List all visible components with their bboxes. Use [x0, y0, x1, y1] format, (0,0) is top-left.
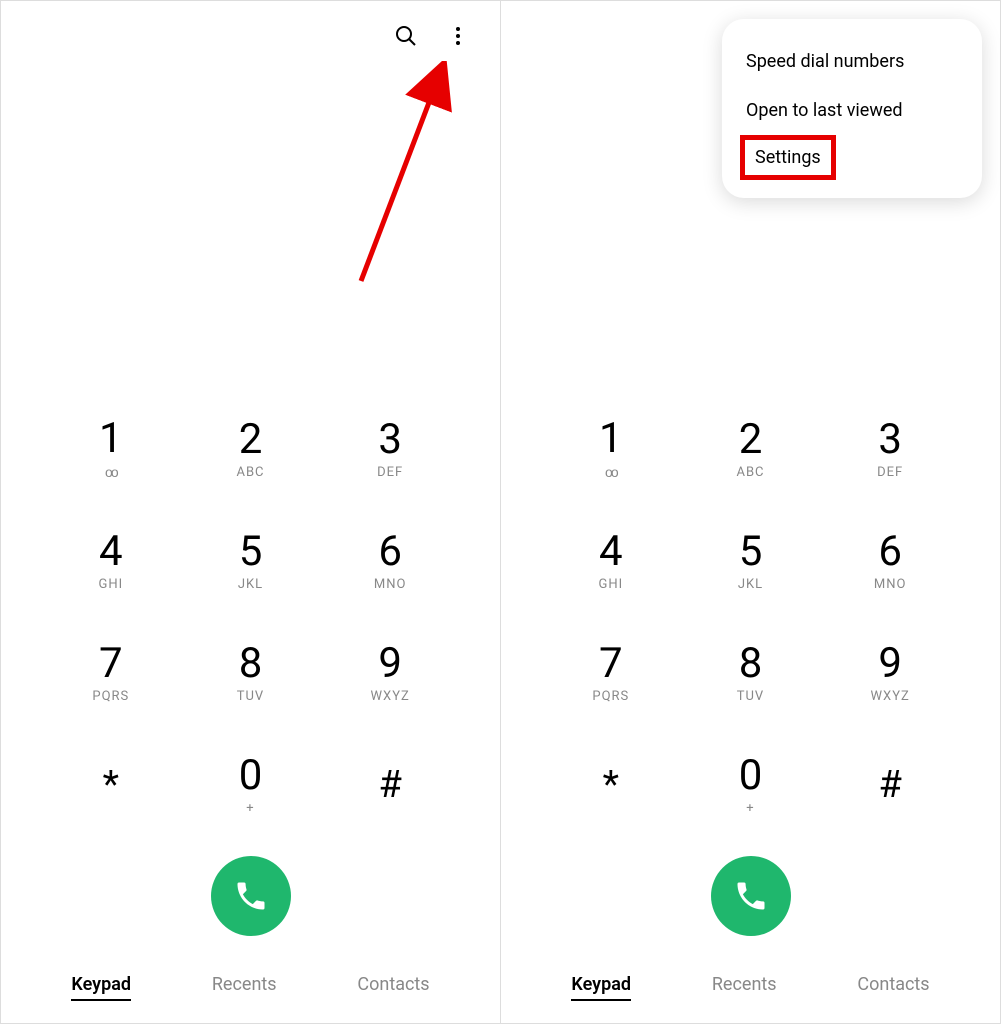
keypad: 1ᴏᴏ 2ABC 3DEF 4GHI 5JKL 6MNO 7PQRS 8TUV …	[1, 413, 500, 821]
key-7[interactable]: 7PQRS	[541, 637, 681, 709]
call-button[interactable]	[211, 856, 291, 936]
topbar	[1, 1, 500, 71]
content-area: 1ᴏᴏ 2ABC 3DEF 4GHI 5JKL 6MNO 7PQRS 8TUV …	[501, 71, 1000, 956]
tab-keypad[interactable]: Keypad	[571, 970, 631, 1001]
key-5[interactable]: 5JKL	[181, 525, 321, 597]
key-3[interactable]: 3DEF	[820, 413, 960, 485]
menu-item-speed-dial[interactable]: Speed dial numbers	[722, 37, 982, 86]
key-7[interactable]: 7PQRS	[41, 637, 181, 709]
tab-contacts[interactable]: Contacts	[857, 970, 929, 1001]
key-3[interactable]: 3DEF	[320, 413, 460, 485]
key-5[interactable]: 5JKL	[681, 525, 821, 597]
content-area: 1ᴏᴏ 2ABC 3DEF 4GHI 5JKL 6MNO 7PQRS 8TUV …	[1, 71, 500, 956]
phone-icon	[233, 878, 269, 914]
menu-item-open-last[interactable]: Open to last viewed	[722, 86, 982, 135]
key-2[interactable]: 2ABC	[681, 413, 821, 485]
screen-right: Speed dial numbers Open to last viewed S…	[501, 1, 1000, 1023]
key-6[interactable]: 6MNO	[320, 525, 460, 597]
key-hash[interactable]: #	[320, 749, 460, 821]
tab-recents[interactable]: Recents	[212, 970, 277, 1001]
menu-popup: Speed dial numbers Open to last viewed S…	[722, 19, 982, 198]
phone-icon	[733, 878, 769, 914]
tab-keypad[interactable]: Keypad	[71, 970, 131, 1001]
key-hash[interactable]: #	[820, 749, 960, 821]
key-1[interactable]: 1ᴏᴏ	[41, 413, 181, 485]
key-4[interactable]: 4GHI	[541, 525, 681, 597]
key-8[interactable]: 8TUV	[181, 637, 321, 709]
tab-contacts[interactable]: Contacts	[357, 970, 429, 1001]
key-1[interactable]: 1ᴏᴏ	[541, 413, 681, 485]
more-icon[interactable]	[446, 24, 470, 48]
tab-recents[interactable]: Recents	[712, 970, 777, 1001]
key-0[interactable]: 0+	[181, 749, 321, 821]
bottom-nav: Keypad Recents Contacts	[501, 956, 1000, 1023]
key-9[interactable]: 9WXYZ	[320, 637, 460, 709]
screen-left: 1ᴏᴏ 2ABC 3DEF 4GHI 5JKL 6MNO 7PQRS 8TUV …	[1, 1, 501, 1023]
key-9[interactable]: 9WXYZ	[820, 637, 960, 709]
key-6[interactable]: 6MNO	[820, 525, 960, 597]
key-star[interactable]: *	[41, 749, 181, 821]
key-8[interactable]: 8TUV	[681, 637, 821, 709]
key-4[interactable]: 4GHI	[41, 525, 181, 597]
keypad: 1ᴏᴏ 2ABC 3DEF 4GHI 5JKL 6MNO 7PQRS 8TUV …	[501, 413, 1000, 821]
key-star[interactable]: *	[541, 749, 681, 821]
key-0[interactable]: 0+	[681, 749, 821, 821]
menu-item-settings[interactable]: Settings	[740, 135, 836, 180]
search-icon[interactable]	[394, 24, 418, 48]
key-2[interactable]: 2ABC	[181, 413, 321, 485]
call-button[interactable]	[711, 856, 791, 936]
bottom-nav: Keypad Recents Contacts	[1, 956, 500, 1023]
